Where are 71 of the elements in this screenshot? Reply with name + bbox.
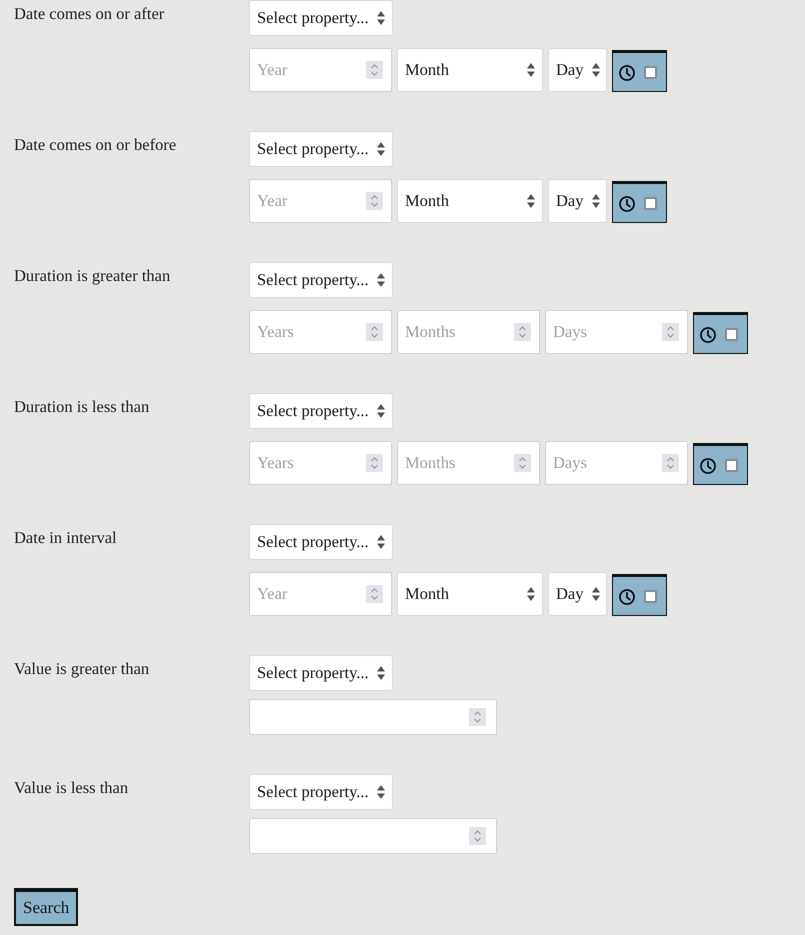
up-down-arrows-icon — [376, 666, 385, 680]
number-field[interactable] — [249, 699, 497, 735]
spinner-icon[interactable] — [514, 323, 531, 341]
number-field[interactable]: Year — [249, 48, 392, 92]
up-down-arrows-icon — [592, 587, 600, 601]
time-toggle[interactable] — [693, 443, 748, 485]
number-field[interactable]: Years — [249, 310, 392, 354]
filter-label: Date in interval — [14, 527, 118, 548]
number-field[interactable]: Days — [545, 310, 688, 354]
filter-label: Value is less than — [14, 777, 130, 798]
clock-icon — [700, 458, 716, 474]
spinner-icon[interactable] — [662, 454, 679, 472]
search-button[interactable]: Search — [14, 888, 78, 926]
property-select[interactable]: Select property... — [249, 393, 393, 429]
dropdown-select[interactable]: Month — [397, 179, 543, 223]
up-down-arrows-icon — [376, 535, 385, 549]
spinner-icon[interactable] — [366, 61, 383, 79]
up-down-arrows-icon — [592, 194, 600, 208]
up-down-arrows-icon — [376, 11, 385, 25]
dropdown-select[interactable]: Day — [548, 48, 607, 92]
spinner-icon[interactable] — [662, 323, 679, 341]
checkbox[interactable] — [644, 197, 657, 210]
up-down-arrows-icon — [527, 194, 535, 208]
dropdown-select[interactable]: Day — [548, 179, 607, 223]
checkbox[interactable] — [644, 590, 657, 603]
property-select[interactable]: Select property... — [249, 131, 393, 167]
filter-label: Duration is greater than — [14, 265, 172, 286]
number-field[interactable]: Year — [249, 179, 392, 223]
filter-label: Date comes on or before — [14, 134, 178, 155]
time-toggle[interactable] — [612, 50, 667, 92]
dropdown-select[interactable]: Day — [548, 572, 607, 616]
spinner-icon[interactable] — [469, 708, 486, 726]
up-down-arrows-icon — [376, 273, 385, 287]
clock-icon — [619, 588, 635, 604]
number-field[interactable]: Year — [249, 572, 392, 616]
dropdown-select[interactable]: Month — [397, 48, 543, 92]
property-select[interactable]: Select property... — [249, 655, 393, 691]
filter-label: Date comes on or after — [14, 3, 166, 24]
time-toggle[interactable] — [612, 574, 667, 616]
number-field[interactable]: Years — [249, 441, 392, 485]
clock-icon — [700, 326, 716, 342]
property-select[interactable]: Select property... — [249, 524, 393, 560]
property-select[interactable]: Select property... — [249, 262, 393, 298]
filter-label: Duration is less than — [14, 396, 150, 417]
up-down-arrows-icon — [527, 587, 535, 601]
dropdown-select[interactable]: Month — [397, 572, 543, 616]
checkbox[interactable] — [644, 66, 657, 79]
clock-icon — [619, 196, 635, 212]
property-select[interactable]: Select property... — [249, 774, 393, 810]
up-down-arrows-icon — [527, 63, 535, 77]
spinner-icon[interactable] — [366, 454, 383, 472]
spinner-icon[interactable] — [469, 827, 486, 845]
up-down-arrows-icon — [376, 404, 385, 418]
filter-label: Value is greater than — [14, 658, 150, 679]
spinner-icon[interactable] — [366, 323, 383, 341]
spinner-icon[interactable] — [514, 454, 531, 472]
number-field[interactable]: Days — [545, 441, 688, 485]
checkbox[interactable] — [725, 328, 738, 341]
number-field[interactable]: Months — [397, 310, 540, 354]
property-select[interactable]: Select property... — [249, 0, 393, 36]
number-field[interactable]: Months — [397, 441, 540, 485]
checkbox[interactable] — [725, 459, 738, 472]
time-toggle[interactable] — [693, 312, 748, 354]
up-down-arrows-icon — [376, 785, 385, 799]
clock-icon — [619, 64, 635, 80]
time-toggle[interactable] — [612, 181, 667, 223]
number-field[interactable] — [249, 818, 497, 854]
spinner-icon[interactable] — [366, 585, 383, 603]
up-down-arrows-icon — [592, 63, 600, 77]
up-down-arrows-icon — [376, 142, 385, 156]
spinner-icon[interactable] — [366, 192, 383, 210]
